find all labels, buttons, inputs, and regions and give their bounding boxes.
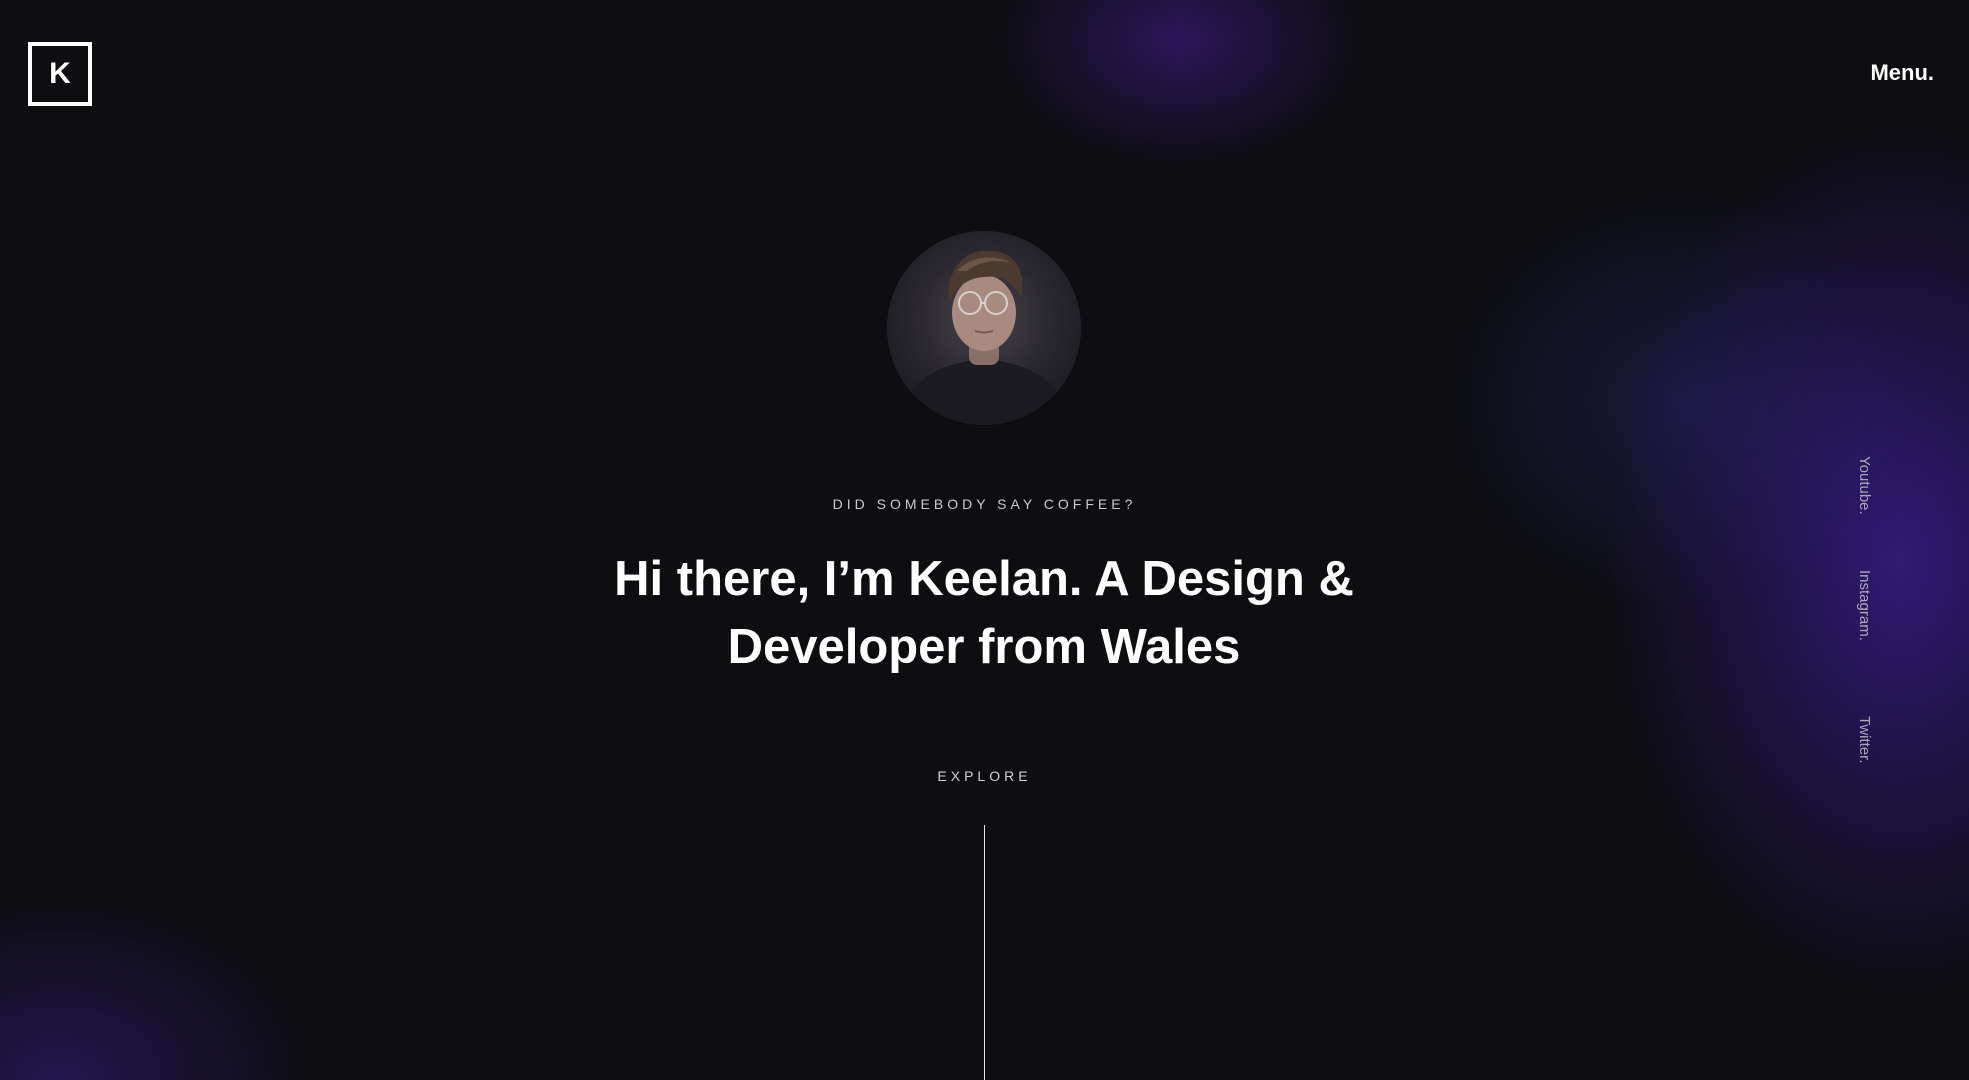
explore-scroll-line: [984, 825, 985, 1080]
page: K Menu. DID SOMEBODY SAY COFFEE? Hi ther…: [0, 0, 1969, 1080]
social-link-twitter[interactable]: Twitter.: [1856, 716, 1873, 764]
social-link-youtube[interactable]: Youtube.: [1856, 456, 1873, 515]
logo-home-link[interactable]: K: [28, 42, 92, 106]
avatar-portrait: [897, 250, 1071, 425]
avatar: [887, 231, 1081, 425]
logo-letter: K: [49, 57, 71, 90]
hero-headline-line-1: Hi there, I’m Keelan. A Design &: [614, 552, 1354, 606]
social-link-instagram[interactable]: Instagram.: [1856, 570, 1873, 641]
hero-eyebrow: DID SOMEBODY SAY COFFEE?: [832, 496, 1137, 512]
hero-headline-line-2: Developer from Wales: [727, 620, 1241, 674]
hero-headline: Hi there, I’m Keelan. A Design & Develop…: [534, 545, 1434, 681]
menu-button[interactable]: Menu.: [1870, 60, 1934, 86]
explore-link[interactable]: EXPLORE: [0, 768, 1969, 784]
